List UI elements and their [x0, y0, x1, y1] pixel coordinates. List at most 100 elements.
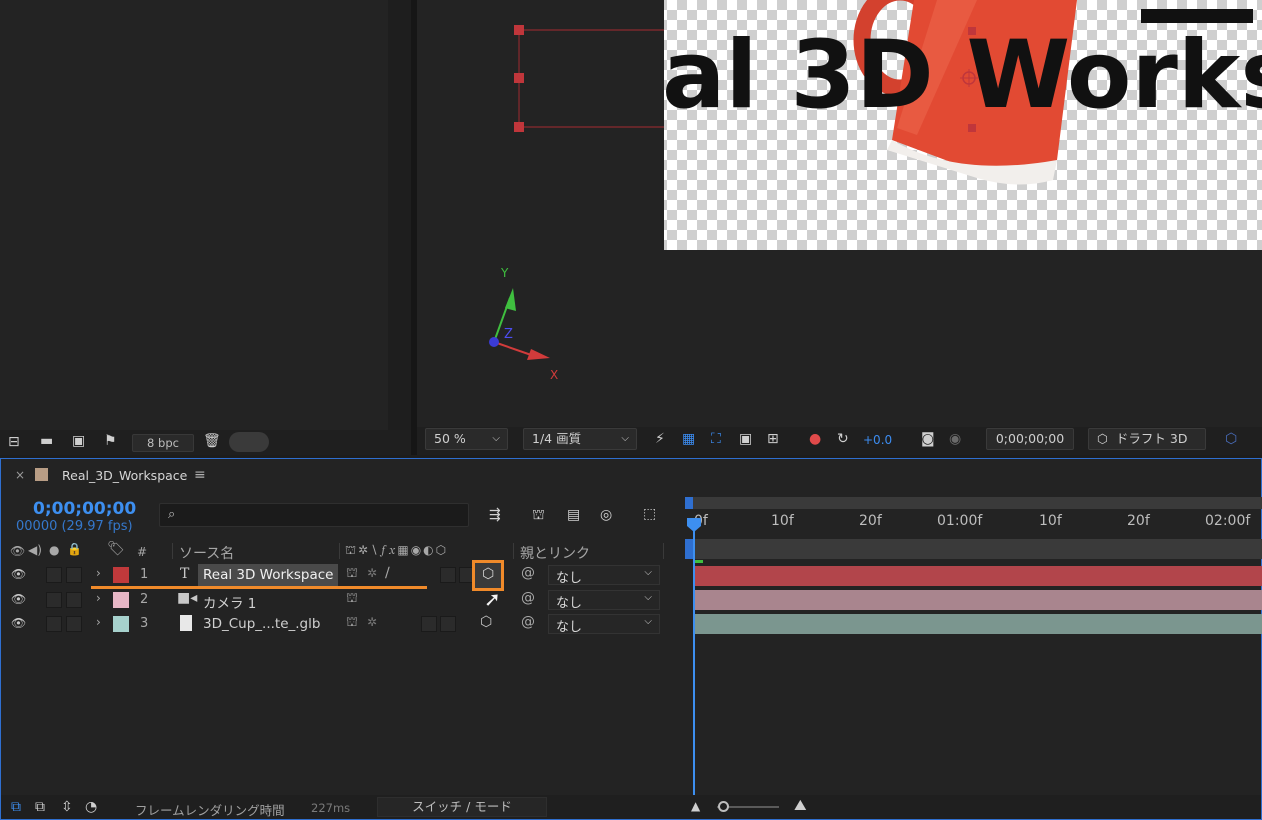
trash-icon[interactable]: 🗑 — [203, 433, 221, 449]
transparency-grid-icon[interactable]: ▦ — [682, 431, 695, 447]
layer-label-color[interactable] — [113, 567, 129, 583]
solo-header-icon: ● — [49, 543, 60, 557]
layer-switches-icon[interactable]: ⧉ — [11, 799, 21, 815]
layer-row-3[interactable]: 👁 › 3 3D_Cup_...te_.glb ⛫ ✲ ⬡ @ なし ⌵ — [4, 612, 684, 636]
adobe-media-encoder-icon[interactable]: ⚑ — [104, 433, 117, 449]
comp-color-label — [35, 468, 48, 481]
chevron-down-icon: ⌵ — [492, 433, 500, 444]
layer-name[interactable]: 3D_Cup_...te_.glb — [203, 616, 320, 632]
current-time-display[interactable]: 0;00;00;00 — [33, 499, 136, 519]
3d-cube-icon[interactable]: ⬡ — [480, 614, 492, 630]
parent-dropdown[interactable]: なし ⌵ — [548, 565, 660, 586]
visibility-eye-icon[interactable]: 👁 — [11, 616, 26, 630]
graph-editor-icon[interactable]: ⬚ — [643, 506, 656, 522]
expand-chevron-icon[interactable]: › — [96, 591, 101, 605]
motion-blur-switch[interactable] — [440, 616, 456, 632]
zoom-value: 50 % — [434, 431, 466, 446]
show-snapshot-icon[interactable]: ◉ — [949, 431, 961, 447]
selection-handle[interactable] — [514, 122, 524, 132]
layer-row-2[interactable]: 👁 › 2 ■◂ カメラ 1 ⛫ ➚ @ なし ⌵ — [4, 587, 684, 612]
visibility-eye-icon[interactable]: 👁 — [11, 567, 26, 581]
lock-toggle[interactable] — [66, 592, 82, 608]
draft-3d-icon[interactable]: ⛫ — [532, 507, 545, 523]
expand-chevron-icon[interactable]: › — [96, 566, 101, 580]
collapse-switch-icon[interactable]: ✲ — [367, 566, 377, 580]
fast-preview-icon[interactable]: ⚡ — [655, 431, 665, 447]
ruler-tick-label: 10f — [1039, 513, 1062, 529]
in-out-columns-icon[interactable]: ⇳ — [61, 799, 73, 815]
selection-handle[interactable] — [514, 73, 524, 83]
layer-bar-2[interactable] — [695, 590, 1262, 610]
color-channels-icon[interactable]: ● — [809, 431, 821, 447]
zoom-dropdown[interactable]: 50 % ⌵ — [425, 428, 508, 450]
frame-info: 00000 (29.97 fps) — [16, 519, 133, 534]
current-time-field[interactable]: 0;00;00;00 — [986, 428, 1074, 450]
3d-view-icon[interactable]: ⬡ — [1225, 431, 1237, 447]
adjustment-switch[interactable] — [421, 616, 437, 632]
lock-toggle[interactable] — [66, 567, 82, 583]
close-tab-icon[interactable]: × — [15, 468, 25, 482]
render-time-icon[interactable]: ◔ — [85, 799, 97, 815]
layer-label-color[interactable] — [113, 592, 129, 608]
shy-switch-icon[interactable]: ⛫ — [346, 591, 358, 608]
lock-toggle[interactable] — [66, 616, 82, 632]
pickwhip-icon[interactable]: @ — [521, 565, 535, 581]
pickwhip-icon[interactable]: @ — [521, 614, 535, 630]
collapse-switch-icon[interactable]: ✲ — [367, 615, 377, 629]
layer-bar-1[interactable] — [695, 566, 1262, 586]
work-area-bar[interactable] — [685, 497, 1262, 509]
column-parent-header[interactable]: 親とリンク — [520, 543, 590, 563]
layer-bar-3[interactable] — [695, 614, 1262, 634]
expand-chevron-icon[interactable]: › — [96, 615, 101, 629]
shy-switch-icon[interactable]: ⛫ — [346, 566, 358, 583]
panel-menu-icon[interactable]: ≡ — [194, 467, 206, 483]
quality-switch-icon[interactable]: ∕ — [385, 565, 390, 581]
interpret-footage-icon[interactable]: ⊟ — [8, 434, 20, 450]
frame-blending-icon[interactable]: ▤ — [567, 507, 580, 523]
timeline-tab-title[interactable]: Real_3D_Workspace — [62, 468, 187, 483]
layer-row-1[interactable]: 👁 › 1 T Real 3D Workspace ⛫ ✲ ∕ ⬡ @ なし ⌵ — [4, 560, 684, 591]
motion-blur-icon[interactable]: ◎ — [600, 507, 612, 523]
adjustment-switch[interactable] — [440, 567, 456, 583]
composition-viewer[interactable]: al 3D Worksp Y Z X — [417, 0, 1262, 455]
work-area-span[interactable] — [685, 539, 1262, 559]
zoom-in-icon[interactable]: ⛰ — [794, 797, 807, 813]
layer-label-color[interactable] — [113, 616, 129, 632]
resolution-dropdown[interactable]: 1/4 画質 ⌵ — [523, 428, 637, 450]
new-folder-icon[interactable]: ▬ — [40, 433, 53, 449]
layer-name[interactable]: カメラ 1 — [203, 592, 256, 612]
renderer-button[interactable]: ⬡ ドラフト 3D — [1088, 428, 1206, 450]
solo-toggle[interactable] — [46, 616, 62, 632]
pickwhip-icon[interactable]: @ — [521, 590, 535, 606]
layer-name[interactable]: Real 3D Workspace — [203, 567, 333, 583]
transfer-controls-icon[interactable]: ⧉ — [35, 799, 45, 815]
column-source-name-header[interactable]: ソース名 — [179, 543, 234, 563]
shy-switch-icon[interactable]: ⛫ — [346, 615, 358, 632]
3d-axis-gizmo-icon[interactable] — [489, 288, 550, 360]
comp-flowchart-icon[interactable]: ⇶ — [489, 507, 501, 523]
mask-path-icon[interactable]: ⛶ — [711, 431, 721, 447]
render-time-value: 227ms — [311, 801, 351, 815]
region-of-interest-icon[interactable]: ▣ — [739, 431, 752, 447]
video-toggle-header-icon: 👁 — [10, 544, 26, 558]
zoom-out-icon[interactable]: ▲ — [691, 798, 700, 814]
snapshot-camera-icon[interactable]: ◙ — [921, 431, 935, 447]
project-panel-divider[interactable] — [388, 0, 411, 430]
playhead[interactable] — [693, 519, 695, 799]
parent-dropdown[interactable]: なし ⌵ — [548, 614, 660, 635]
layer-search-input[interactable]: ⌕ — [159, 503, 469, 527]
grid-guides-icon[interactable]: ⊞ — [767, 431, 779, 447]
switches-modes-toggle[interactable]: スイッチ / モード — [377, 797, 547, 817]
exposure-value[interactable]: +0.0 — [863, 433, 892, 447]
selection-handle[interactable] — [514, 25, 524, 35]
playhead-marker-icon[interactable] — [686, 517, 702, 533]
new-composition-icon[interactable]: ▣ — [72, 433, 85, 449]
bit-depth-button[interactable]: 8 bpc — [132, 434, 194, 452]
solo-toggle[interactable] — [46, 567, 62, 583]
visibility-eye-icon[interactable]: 👁 — [11, 592, 26, 606]
solo-toggle[interactable] — [46, 592, 62, 608]
project-slider[interactable] — [229, 432, 269, 452]
zoom-slider-thumb[interactable] — [718, 801, 729, 812]
reset-exposure-icon[interactable]: ↻ — [837, 431, 849, 447]
parent-dropdown[interactable]: なし ⌵ — [548, 590, 660, 611]
